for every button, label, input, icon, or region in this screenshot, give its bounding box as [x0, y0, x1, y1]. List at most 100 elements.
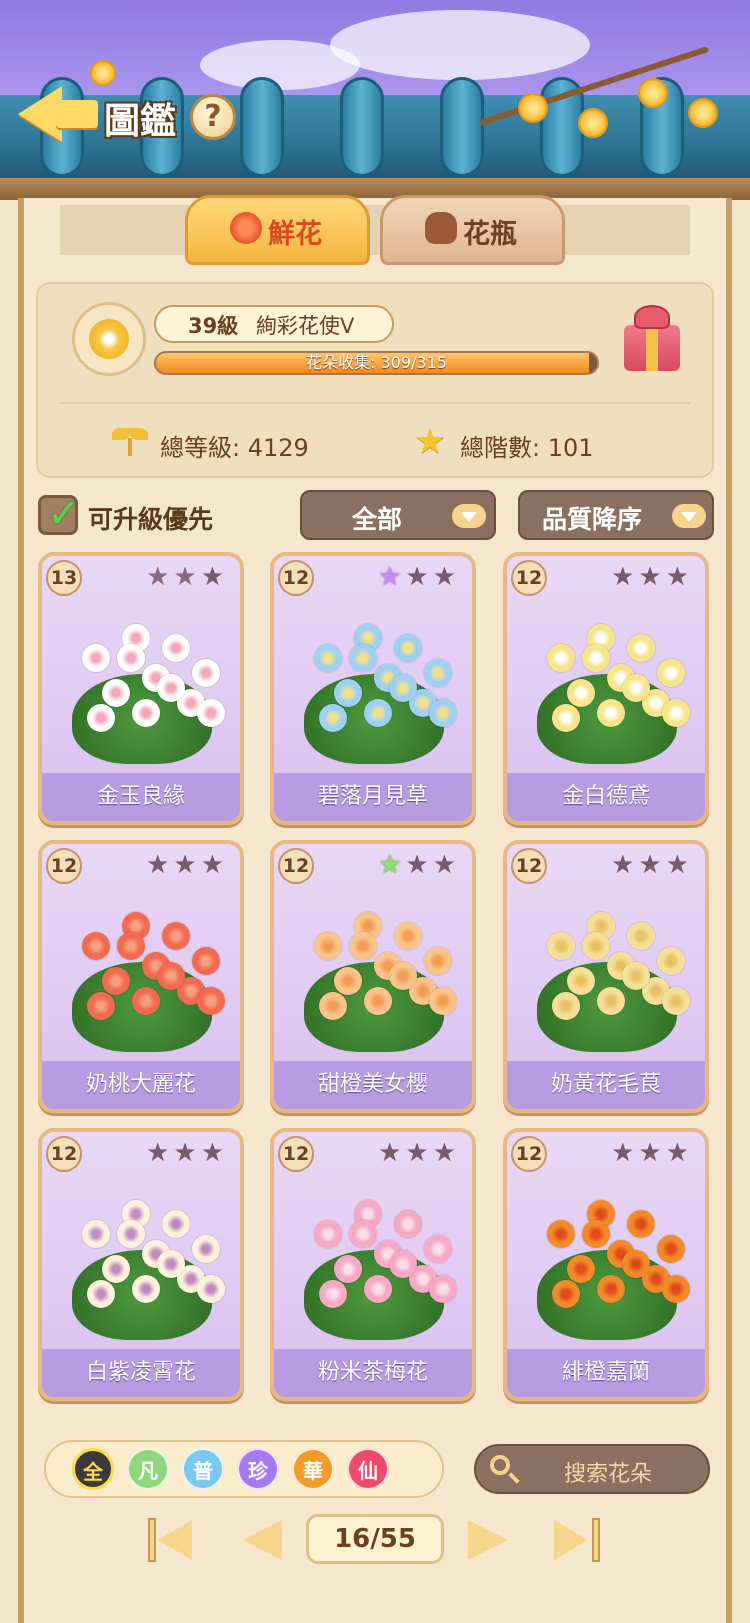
flower-card[interactable]: 12 ★★★ 金白德鳶: [503, 552, 709, 825]
blossom-icon: [640, 80, 666, 106]
star-icon: ★: [432, 562, 460, 592]
flower-card[interactable]: 12 ★★★ 粉米茶梅花: [270, 1128, 476, 1401]
flower-name: 白紫凌霄花: [42, 1349, 240, 1397]
quality-filter-chip[interactable]: 珍: [237, 1448, 279, 1490]
flower-card[interactable]: 12 ★★★ 白紫凌霄花: [38, 1128, 244, 1401]
card-level-badge: 12: [511, 1136, 547, 1172]
star-icon: ★: [146, 850, 174, 880]
tab-bar: [60, 205, 690, 255]
tab-fresh-flowers[interactable]: 鮮花: [185, 195, 370, 265]
quality-filter-chip[interactable]: 華: [292, 1448, 334, 1490]
search-flower-input[interactable]: 搜索花朵: [474, 1444, 710, 1494]
blossom-icon: [690, 100, 716, 126]
flower-card[interactable]: 12 ★★★ 甜橙美女櫻: [270, 840, 476, 1113]
star-icon: ★: [638, 850, 666, 880]
star-icon: ★: [432, 850, 460, 880]
card-level-badge: 12: [278, 1136, 314, 1172]
rank-emblem-icon: [72, 302, 146, 376]
flower-card[interactable]: 12 ★★★ 奶桃大麗花: [38, 840, 244, 1113]
flower-card[interactable]: 12 ★★★ 奶黃花毛茛: [503, 840, 709, 1113]
prev-page-button[interactable]: [236, 1512, 294, 1566]
star-rating: ★★★: [611, 1138, 693, 1168]
upgrade-first-label: 可升級優先: [88, 505, 214, 534]
star-icon: ★: [665, 850, 693, 880]
cloud: [200, 40, 360, 90]
flower-illustration: [527, 604, 690, 764]
cloud: [330, 10, 590, 80]
star-rating: ★★★: [611, 562, 693, 592]
flower-name: 奶桃大麗花: [42, 1061, 240, 1109]
star-icon: ★: [378, 562, 406, 592]
star-icon: ★: [146, 562, 174, 592]
flower-illustration: [294, 604, 457, 764]
flower-name: 金白德鳶: [507, 773, 705, 821]
card-level-badge: 12: [46, 848, 82, 884]
quality-filter-chip[interactable]: 全: [72, 1448, 114, 1490]
flower-name: 金玉良緣: [42, 773, 240, 821]
star-rating: ★★★: [378, 850, 460, 880]
star-icon: ★: [378, 1138, 406, 1168]
page-indicator: 16/55: [306, 1514, 444, 1564]
flower-illustration: [527, 892, 690, 1052]
vase-icon: [425, 212, 457, 244]
search-placeholder: 搜索花朵: [564, 1462, 653, 1487]
star-icon: ★: [414, 421, 447, 462]
flower-card[interactable]: 12 ★★★ 緋橙嘉蘭: [503, 1128, 709, 1401]
star-rating: ★★★: [378, 1138, 460, 1168]
card-level-badge: 12: [511, 848, 547, 884]
tab-vases[interactable]: 花瓶: [380, 195, 565, 265]
tab-label: 鮮花: [268, 219, 322, 250]
star-icon: ★: [638, 1138, 666, 1168]
flower-card[interactable]: 13 ★★★ 金玉良緣: [38, 552, 244, 825]
rose-icon: [230, 212, 262, 244]
back-button[interactable]: [18, 80, 98, 144]
help-button[interactable]: ?: [190, 94, 236, 140]
star-icon: ★: [611, 562, 639, 592]
progress-text: 花朵收集: 309/315: [306, 353, 447, 372]
star-icon: ★: [665, 1138, 693, 1168]
star-icon: ★: [405, 1138, 433, 1168]
star-rating: ★★★: [146, 1138, 228, 1168]
card-level-badge: 12: [46, 1136, 82, 1172]
roof-eave: [0, 178, 750, 200]
blossom-icon: [580, 110, 606, 136]
last-page-button[interactable]: [550, 1512, 608, 1566]
star-icon: ★: [200, 562, 228, 592]
flower-name: 甜橙美女櫻: [274, 1061, 472, 1109]
total-level: 總等級: 4129: [160, 434, 309, 462]
chevron-down-icon: [672, 504, 706, 528]
quality-filter-chip[interactable]: 普: [182, 1448, 224, 1490]
upgrade-first-checkbox[interactable]: ✓: [38, 491, 81, 537]
card-level-badge: 13: [46, 560, 82, 596]
quality-filter-chip[interactable]: 仙: [347, 1448, 389, 1490]
star-icon: ★: [638, 562, 666, 592]
quality-filter-chip[interactable]: 凡: [127, 1448, 169, 1490]
category-dropdown[interactable]: 全部: [300, 490, 496, 540]
collection-progress-bar: 花朵收集: 309/315: [154, 351, 599, 375]
card-level-badge: 12: [278, 848, 314, 884]
sprout-icon: [112, 428, 152, 456]
flower-illustration: [62, 604, 225, 764]
tab-label: 花瓶: [463, 219, 517, 250]
sort-dropdown[interactable]: 品質降序: [518, 490, 714, 540]
flower-name: 奶黃花毛茛: [507, 1061, 705, 1109]
next-page-button[interactable]: [458, 1512, 516, 1566]
page-title: 圖鑑: [104, 101, 177, 142]
dropdown-value: 品質降序: [542, 505, 643, 534]
flower-illustration: [62, 892, 225, 1052]
total-tier: 總階數: 101: [460, 434, 594, 462]
blossom-icon: [520, 95, 546, 121]
first-page-button[interactable]: [148, 1512, 206, 1566]
checkmark-icon: ✓: [47, 491, 81, 537]
flower-card[interactable]: 12 ★★★ 碧落月見草: [270, 552, 476, 825]
search-icon: [490, 1455, 510, 1475]
star-icon: ★: [146, 1138, 174, 1168]
rank-level: 39級: [188, 314, 239, 338]
card-level-badge: 12: [511, 560, 547, 596]
gift-box-icon[interactable]: [620, 305, 684, 373]
chevron-down-icon: [452, 504, 486, 528]
dropdown-value: 全部: [352, 505, 403, 534]
flower-illustration: [294, 892, 457, 1052]
divider: [60, 402, 690, 404]
star-icon: ★: [173, 1138, 201, 1168]
